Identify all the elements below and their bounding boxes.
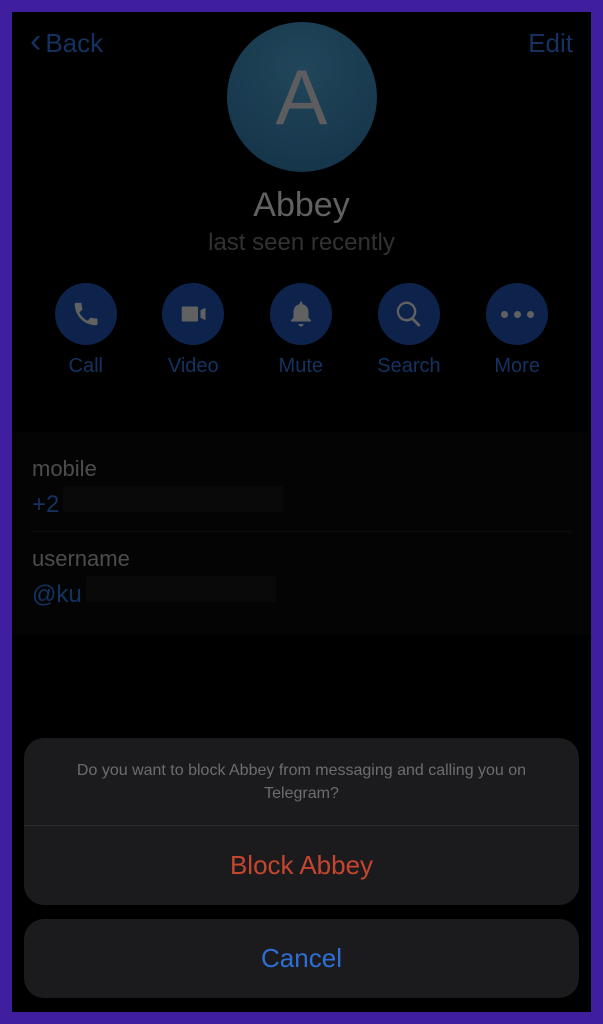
action-sheet-message: Do you want to block Abbey from messagin…: [24, 738, 579, 826]
block-button[interactable]: Block Abbey: [24, 826, 579, 905]
video-label: Video: [168, 355, 219, 378]
call-button[interactable]: Call: [55, 283, 117, 378]
back-button[interactable]: ‹ Back: [30, 26, 103, 60]
action-row: Call Video Mute Search More: [12, 257, 591, 402]
mute-button[interactable]: Mute: [270, 283, 332, 378]
more-label: More: [494, 355, 540, 378]
video-icon: [162, 283, 224, 345]
video-button[interactable]: Video: [162, 283, 224, 378]
username-row[interactable]: username @ku: [32, 531, 571, 621]
mobile-label: mobile: [32, 456, 571, 482]
edit-label: Edit: [528, 28, 573, 58]
action-sheet: Do you want to block Abbey from messagin…: [24, 738, 579, 998]
phone-icon: [55, 283, 117, 345]
cancel-button[interactable]: Cancel: [24, 919, 579, 998]
cancel-group: Cancel: [24, 919, 579, 998]
more-button[interactable]: More: [486, 283, 548, 378]
chevron-left-icon: ‹: [30, 24, 41, 58]
action-sheet-group: Do you want to block Abbey from messagin…: [24, 738, 579, 905]
mobile-row[interactable]: mobile +2: [32, 446, 571, 531]
username-value: @ku: [32, 581, 82, 609]
search-button[interactable]: Search: [377, 283, 440, 378]
last-seen-status: last seen recently: [208, 229, 395, 257]
contact-name: Abbey: [253, 186, 349, 225]
bell-icon: [270, 283, 332, 345]
redacted-block: [63, 486, 283, 512]
call-label: Call: [69, 355, 103, 378]
username-label: username: [32, 546, 571, 572]
mute-label: Mute: [279, 355, 323, 378]
mobile-value: +2: [32, 491, 59, 519]
contact-details: mobile +2 username @ku: [12, 432, 591, 635]
section-gap: [12, 402, 591, 432]
search-icon: [378, 283, 440, 345]
edit-button[interactable]: Edit: [528, 28, 573, 59]
more-icon: [486, 283, 548, 345]
back-label: Back: [45, 28, 103, 59]
search-label: Search: [377, 355, 440, 378]
redacted-block: [86, 576, 276, 602]
nav-bar: ‹ Back Edit: [12, 12, 591, 74]
contact-info-screen: ‹ Back Edit A Abbey last seen recently C…: [12, 12, 591, 1012]
